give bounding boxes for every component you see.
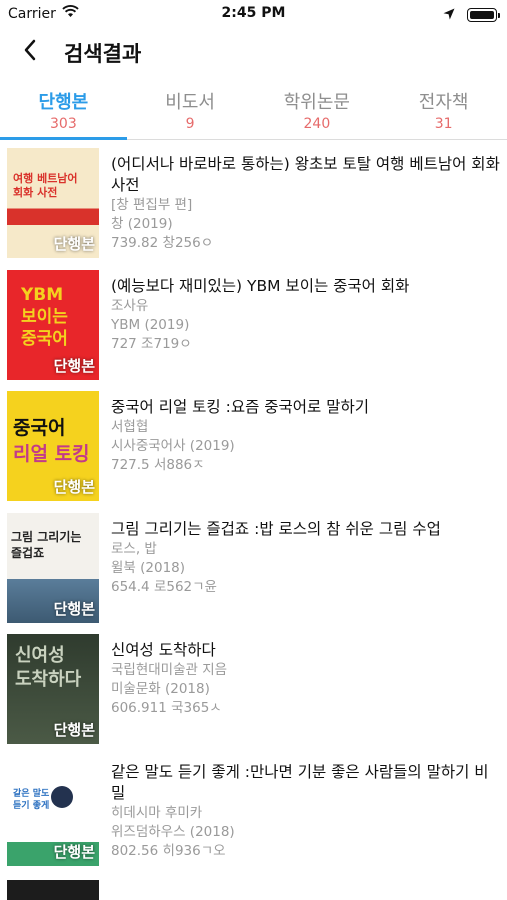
item-call-number: 739.82 창256ㅇ [111, 235, 214, 251]
tab-non-book[interactable]: 비도서 9 [127, 84, 254, 139]
list-item[interactable]: 같은 말도 듣기 좋게 단행본 같은 말도 듣기 좋게 :만나면 기분 좋은 사람… [0, 750, 507, 872]
item-call-number: 606.911 국365ㅅ [111, 700, 222, 716]
book-cover: 신여성 도착하다 단행본 [7, 634, 99, 744]
item-call-number: 727 조719ㅇ [111, 335, 192, 352]
list-item[interactable]: 중국어 리얼 토킹 단행본 중국어 리얼 토킹 :요즘 중국어로 말하기 서협협 … [0, 385, 507, 507]
item-publisher: 미술문화 (2018) [111, 681, 210, 697]
cover-title-art: 신여성 도착하다 [15, 645, 82, 690]
tab-thesis[interactable]: 학위논문 240 [254, 84, 381, 139]
tab-count: 31 [434, 116, 453, 132]
book-cover: 같은 말도 듣기 좋게 단행본 [7, 755, 99, 866]
book-cover: 중국어 리얼 토킹 단행본 [7, 391, 99, 501]
status-time: 2:45 PM [221, 5, 286, 21]
item-call-number: 727.5 서886ㅈ [111, 457, 205, 473]
tab-label: 단행본 [38, 92, 89, 113]
item-author: 국립현대미술관 지음 [111, 662, 228, 678]
tab-label: 전자책 [418, 92, 469, 113]
tab-count: 303 [50, 116, 77, 132]
book-type-badge: 단행본 [53, 356, 95, 375]
book-type-badge: 단행본 [53, 478, 95, 496]
tab-label: 학위논문 [283, 92, 350, 113]
book-type-badge: 단행본 [53, 599, 95, 618]
cover-title-art: 그림 그리기는 즐겁죠 [11, 529, 82, 560]
book-type-badge: 단행본 [53, 235, 95, 253]
item-meta: 같은 말도 듣기 좋게 :만나면 기분 좋은 사람들의 말하기 비밀 히데시마 … [111, 762, 501, 861]
book-cover: 그림 그리기는 즐겁죠 단행본 [7, 512, 99, 623]
cover-title-art: 같은 말도 듣기 좋게 [13, 788, 50, 811]
item-title: 신여성 도착하다 [111, 641, 216, 659]
list-item[interactable]: YBM 보이는 중국어 단행본 (예능보다 재미있는) YBM 보이는 중국어 회화… [0, 264, 507, 386]
tab-ebook[interactable]: 전자책 31 [380, 84, 507, 139]
cover-title-art: YBM 보이는 중국어 [21, 284, 68, 349]
tab-label: 비도서 [165, 92, 215, 113]
item-title: 같은 말도 듣기 좋게 :만나면 기분 좋은 사람들의 말하기 비밀 [111, 762, 489, 802]
item-title: 중국어 리얼 토킹 :요즘 중국어로 말하기 [111, 398, 370, 416]
result-list: 여행 베트남어 회화 사전 단행본 (어디서나 바로바로 통하는) 왕초보 토탈 … [0, 142, 507, 900]
item-call-number: 802.56 히936ㄱ오 [111, 842, 226, 859]
cover-illustration [51, 785, 73, 808]
item-title: (예능보다 재미있는) YBM 보이는 중국어 회화 [111, 276, 410, 295]
chevron-left-icon [23, 39, 37, 65]
item-meta: 그림 그리기는 즐겁죠 :밥 로스의 참 쉬운 그림 수업 로스, 밥 윌북 (… [111, 519, 501, 597]
item-author: 조사유 [111, 297, 149, 314]
page-title: 검색결과 [64, 42, 142, 66]
book-type-badge: 단행본 [53, 842, 95, 861]
item-meta: 신여성 도착하다 국립현대미술관 지음 미술문화 (2018) 606.911 … [111, 640, 501, 718]
item-meta: 중국어 리얼 토킹 :요즘 중국어로 말하기 서협협 시사중국어사 (2019)… [111, 397, 501, 475]
tab-count: 9 [185, 116, 195, 132]
cover-title-art: 여행 베트남어 회화 사전 [13, 172, 78, 199]
item-author: [창 편집부 편] [111, 197, 193, 213]
location-arrow-icon [443, 5, 455, 24]
book-cover: 여행 베트남어 회화 사전 단행본 [7, 148, 99, 258]
item-publisher: 윌북 (2018) [111, 559, 186, 576]
back-button[interactable] [12, 34, 48, 70]
battery-icon [467, 7, 500, 22]
item-publisher: 창 (2019) [111, 216, 173, 232]
item-publisher: 시사중국어사 (2019) [111, 438, 235, 454]
list-item[interactable]: 여행 베트남어 회화 사전 단행본 (어디서나 바로바로 통하는) 왕초보 토탈 … [0, 142, 507, 264]
item-publisher: YBM (2019) [111, 316, 190, 333]
status-bar: Carrier 2:45 PM [0, 0, 507, 28]
item-title: (어디서나 바로바로 통하는) 왕초보 토탈 여행 베트남어 회화 사전 [111, 155, 500, 194]
list-item[interactable]: 신여성 도착하다 단행본 신여성 도착하다 국립현대미술관 지음 미술문화 (20… [0, 628, 507, 750]
list-item[interactable]: 그림 그리기는 즐겁죠 단행본 그림 그리기는 즐겁죠 :밥 로스의 참 쉬운 그… [0, 507, 507, 629]
item-author: 서협협 [111, 419, 149, 435]
category-tabs: 단행본 303 비도서 9 학위논문 240 전자책 31 [0, 84, 507, 140]
item-author: 로스, 밥 [111, 540, 157, 557]
item-meta: (예능보다 재미있는) YBM 보이는 중국어 회화 조사유 YBM (2019… [111, 276, 501, 354]
book-cover-partial [7, 880, 99, 900]
item-call-number: 654.4 로562ㄱ윤 [111, 578, 217, 595]
item-publisher: 위즈덤하우스 (2018) [111, 823, 235, 840]
navigation-bar: 검색결과 [0, 28, 507, 76]
book-cover: YBM 보이는 중국어 단행본 [7, 269, 99, 380]
item-title: 그림 그리기는 즐겁죠 :밥 로스의 참 쉬운 그림 수업 [111, 519, 441, 538]
tab-count: 240 [303, 116, 331, 132]
tab-books[interactable]: 단행본 303 [0, 84, 127, 140]
cover-title-art: 중국어 리얼 토킹 [13, 417, 90, 465]
item-author: 히데시마 후미카 [111, 804, 203, 821]
status-right [443, 5, 500, 24]
book-type-badge: 단행본 [53, 721, 95, 739]
item-meta: (어디서나 바로바로 통하는) 왕초보 토탈 여행 베트남어 회화 사전 [창 … [111, 154, 501, 253]
